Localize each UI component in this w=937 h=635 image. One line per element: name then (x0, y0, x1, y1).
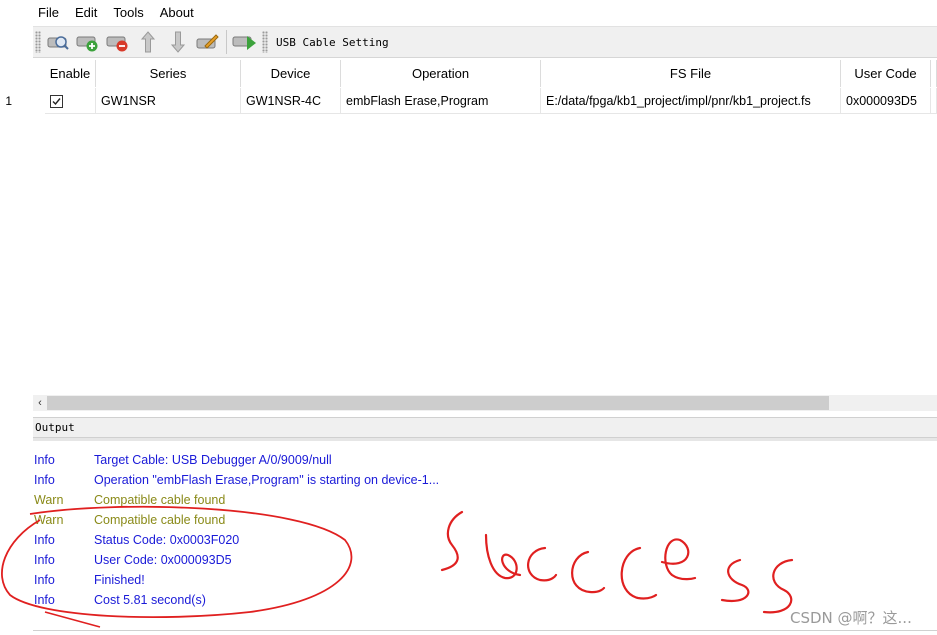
checkmark-icon (52, 97, 61, 105)
log-line: Warn Compatible cable found (34, 510, 934, 530)
log-message: Finished! (94, 573, 145, 587)
user-code-cell[interactable]: 0x000093D5 (841, 88, 931, 114)
log-message: Compatible cable found (94, 493, 226, 507)
output-divider (33, 438, 937, 441)
device-table: Enable Series Device Operation FS File U… (5, 60, 937, 395)
remove-device-icon (106, 36, 128, 52)
edit-device-button[interactable] (193, 28, 223, 56)
row-header-column (33, 60, 45, 395)
row-index: 1 (5, 94, 12, 108)
menu-tools[interactable]: Tools (105, 0, 151, 26)
log-level: Info (34, 593, 55, 607)
scrollbar-thumb[interactable] (47, 396, 829, 410)
series-cell[interactable]: GW1NSR (96, 88, 241, 114)
log-line: Info Finished! (34, 570, 934, 590)
scan-device-button[interactable] (43, 28, 73, 56)
overflow-cell (931, 88, 937, 114)
move-down-button[interactable] (163, 28, 193, 56)
usb-cable-setting-label[interactable]: USB Cable Setting (276, 36, 389, 49)
log-level: Info (34, 533, 55, 547)
toolbar: USB Cable Setting (33, 26, 937, 58)
table-row[interactable]: GW1NSR GW1NSR-4C embFlash Erase,Program … (45, 88, 937, 114)
column-header-user-code[interactable]: User Code (841, 60, 931, 87)
log-message: Target Cable: USB Debugger A/0/9009/null (94, 453, 332, 467)
log-line: Info Target Cable: USB Debugger A/0/9009… (34, 450, 934, 470)
move-up-button[interactable] (133, 28, 163, 56)
log-level: Warn (34, 513, 64, 527)
menu-bar: File Edit Tools About (0, 0, 937, 26)
log-level: Info (34, 453, 55, 467)
column-header-device[interactable]: Device (241, 60, 341, 87)
log-line: Info Status Code: 0x0003F020 (34, 530, 934, 550)
remove-device-button[interactable] (103, 28, 133, 56)
device-cell[interactable]: GW1NSR-4C (241, 88, 341, 114)
output-log: Info Target Cable: USB Debugger A/0/9009… (34, 450, 934, 610)
scan-icon (47, 36, 69, 50)
column-header-series[interactable]: Series (96, 60, 241, 87)
column-header-fs-file[interactable]: FS File (541, 60, 841, 87)
log-level: Warn (34, 493, 64, 507)
menu-edit[interactable]: Edit (67, 0, 105, 26)
log-message: User Code: 0x000093D5 (94, 553, 232, 567)
log-message: Cost 5.81 second(s) (94, 593, 206, 607)
toolbar-grip[interactable] (35, 31, 41, 53)
enable-checkbox[interactable] (50, 94, 63, 108)
log-level: Info (34, 473, 55, 487)
edit-icon (196, 34, 219, 49)
output-panel-header: Output (33, 417, 937, 438)
log-level: Info (34, 553, 55, 567)
add-device-button[interactable] (73, 28, 103, 56)
log-message: Operation "embFlash Erase,Program" is st… (94, 473, 440, 487)
table-horizontal-scrollbar[interactable]: ‹ (33, 395, 937, 411)
program-run-icon (232, 36, 256, 50)
table-header: Enable Series Device Operation FS File U… (45, 60, 937, 87)
log-level: Info (34, 573, 55, 587)
toolbar-grip-2[interactable] (262, 31, 268, 53)
log-message: Compatible cable found (94, 513, 226, 527)
scroll-left-icon[interactable]: ‹ (33, 395, 47, 411)
column-header-overflow (931, 60, 937, 87)
annotation-tail (44, 611, 101, 628)
column-header-operation[interactable]: Operation (341, 60, 541, 87)
column-header-enable[interactable]: Enable (45, 60, 96, 87)
toolbar-separator (226, 30, 227, 54)
log-message: Status Code: 0x0003F020 (94, 533, 240, 547)
log-line: Info Operation "embFlash Erase,Program" … (34, 470, 934, 490)
add-device-icon (76, 36, 98, 52)
status-divider (33, 630, 937, 631)
arrow-up-icon (140, 31, 156, 53)
csdn-watermark: CSDN @啊？这... (790, 609, 912, 627)
menu-about[interactable]: About (152, 0, 202, 26)
enable-cell (45, 88, 96, 114)
log-line: Warn Compatible cable found (34, 490, 934, 510)
output-title: Output (35, 421, 75, 434)
arrow-down-icon (170, 31, 186, 53)
menu-file[interactable]: File (30, 0, 67, 26)
fs-file-cell[interactable]: E:/data/fpga/kb1_project/impl/pnr/kb1_pr… (541, 88, 841, 114)
log-line: Info User Code: 0x000093D5 (34, 550, 934, 570)
program-device-button[interactable] (230, 28, 260, 56)
operation-cell[interactable]: embFlash Erase,Program (341, 88, 541, 114)
